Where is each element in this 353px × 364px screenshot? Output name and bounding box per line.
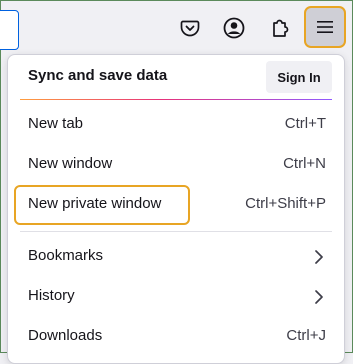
app-menu-panel: Sync and save data Sign In New tab Ctrl+… <box>7 54 345 364</box>
menu-item-label: Downloads <box>28 327 103 344</box>
menu-divider <box>20 231 332 232</box>
menu-item-bookmarks[interactable]: Bookmarks <box>8 237 344 277</box>
url-bar-edge[interactable] <box>0 10 19 50</box>
menu-item-label: New window <box>28 155 113 172</box>
menu-item-shortcut: Ctrl+N <box>283 155 326 172</box>
sync-row: Sync and save data Sign In <box>8 55 344 99</box>
menu-item-label: New tab <box>28 115 84 132</box>
sign-in-button[interactable]: Sign In <box>266 61 332 93</box>
menu-item-label: Bookmarks <box>28 247 104 264</box>
menu-item-new-tab[interactable]: New tab Ctrl+T <box>8 105 344 145</box>
focus-ring <box>14 185 190 225</box>
menu-item-shortcut: Ctrl+Shift+P <box>245 195 326 212</box>
chevron-right-icon <box>315 250 323 264</box>
sync-divider <box>20 99 332 100</box>
account-icon[interactable] <box>217 10 251 46</box>
pocket-icon[interactable] <box>173 10 207 46</box>
menu-item-label: History <box>28 287 75 304</box>
hamburger-menu-button[interactable] <box>304 6 346 48</box>
hamburger-menu-icon <box>317 21 333 33</box>
menu-item-shortcut: Ctrl+J <box>286 327 326 344</box>
menu-item-shortcut: Ctrl+T <box>284 115 326 132</box>
chevron-right-icon <box>315 290 323 304</box>
menu-item-history[interactable]: History <box>8 277 344 317</box>
menu-item-new-window[interactable]: New window Ctrl+N <box>8 145 344 185</box>
extensions-icon[interactable] <box>263 10 297 46</box>
sync-label: Sync and save data <box>28 67 168 84</box>
menu-item-downloads[interactable]: Downloads Ctrl+J <box>8 317 344 357</box>
